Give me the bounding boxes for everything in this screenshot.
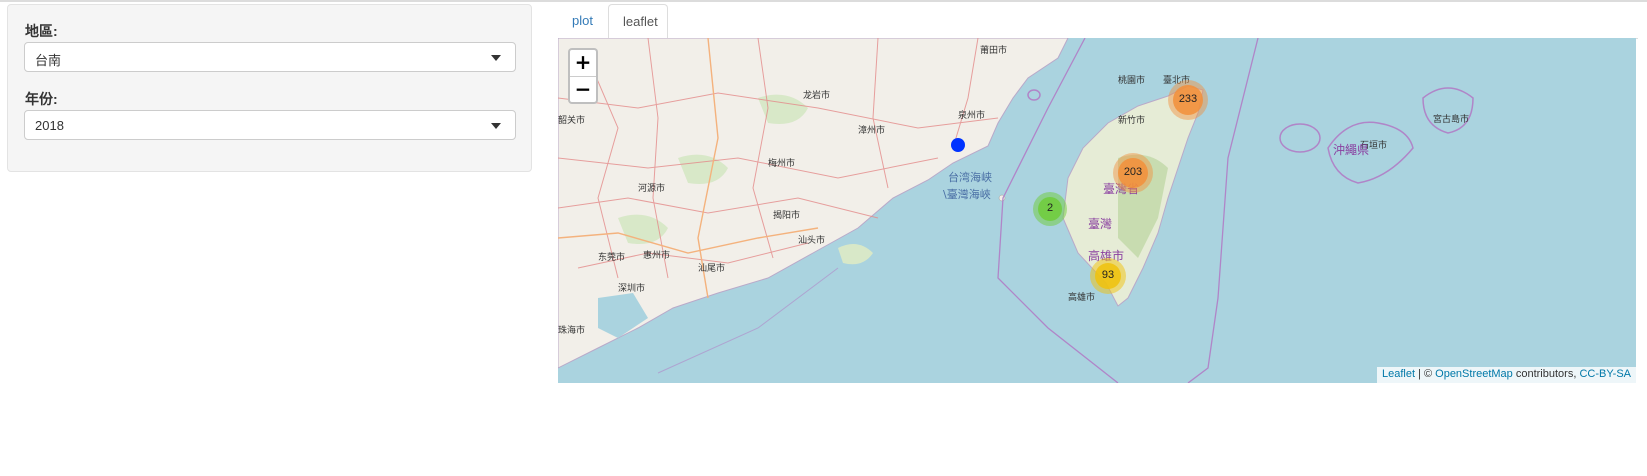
- cluster-marker[interactable]: 2: [1033, 192, 1067, 226]
- year-label: 年份:: [25, 91, 58, 107]
- chevron-down-icon: [491, 55, 501, 61]
- attribution-contrib: contributors,: [1512, 368, 1580, 380]
- year-select-value: 2018: [35, 118, 64, 133]
- region-select-value: 台南: [35, 53, 62, 68]
- cluster-marker[interactable]: 233: [1168, 80, 1208, 120]
- svg-text:\臺灣海峽: \臺灣海峽: [943, 187, 991, 201]
- svg-text:揭阳市: 揭阳市: [773, 209, 800, 221]
- zoom-control: + −: [568, 48, 598, 104]
- svg-text:惠州市: 惠州市: [643, 249, 670, 261]
- svg-text:汕头市: 汕头市: [798, 234, 825, 246]
- svg-text:莆田市: 莆田市: [980, 44, 1007, 56]
- year-select[interactable]: 2018: [24, 110, 516, 140]
- svg-text:宮古島市: 宮古島市: [1433, 113, 1469, 125]
- region-label: 地區:: [25, 23, 58, 39]
- svg-text:韶关市: 韶关市: [558, 114, 585, 126]
- svg-text:河源市: 河源市: [638, 182, 665, 194]
- svg-text:龙岩市: 龙岩市: [803, 89, 830, 101]
- svg-text:高雄市: 高雄市: [1068, 291, 1095, 303]
- svg-text:新竹市: 新竹市: [1118, 114, 1145, 126]
- zoom-out-button[interactable]: −: [570, 77, 596, 103]
- svg-text:东莞市: 东莞市: [598, 251, 625, 263]
- sidebar-panel: 地區: 台南 年份: 2018: [7, 4, 532, 172]
- svg-text:汕尾市: 汕尾市: [698, 262, 725, 274]
- svg-text:梅州市: 梅州市: [768, 157, 795, 169]
- circle-marker[interactable]: [951, 138, 965, 152]
- svg-text:桃園市: 桃園市: [1118, 74, 1145, 86]
- svg-text:沖繩県: 沖繩県: [1333, 143, 1369, 157]
- tab-leaflet[interactable]: leaflet: [608, 4, 668, 39]
- svg-text:漳州市: 漳州市: [858, 124, 885, 136]
- top-border: [0, 0, 1647, 2]
- leaflet-link[interactable]: Leaflet: [1382, 368, 1415, 380]
- map-attribution: Leaflet | © OpenStreetMap contributors, …: [1376, 367, 1636, 383]
- cluster-marker[interactable]: 93: [1090, 258, 1126, 294]
- svg-text:台湾海峡: 台湾海峡: [948, 170, 992, 184]
- map-tiles: 莆田市 泉州市 漳州市 龙岩市 梅州市 揭阳市 汕头市 惠州市 东莞市 深圳市 …: [558, 38, 1474, 383]
- tab-plot[interactable]: plot: [558, 4, 606, 39]
- svg-text:臺灣: 臺灣: [1088, 216, 1112, 231]
- license-link[interactable]: CC-BY-SA: [1579, 368, 1631, 380]
- osm-link[interactable]: OpenStreetMap: [1435, 368, 1513, 380]
- svg-text:珠海市: 珠海市: [558, 324, 585, 336]
- region-select[interactable]: 台南: [24, 42, 516, 72]
- zoom-in-button[interactable]: +: [570, 50, 596, 77]
- chevron-down-icon: [491, 123, 501, 129]
- svg-text:泉州市: 泉州市: [958, 109, 985, 121]
- cluster-marker[interactable]: 203: [1113, 153, 1153, 193]
- svg-text:深圳市: 深圳市: [618, 282, 645, 294]
- leaflet-map[interactable]: 莆田市 泉州市 漳州市 龙岩市 梅州市 揭阳市 汕头市 惠州市 东莞市 深圳市 …: [558, 38, 1636, 383]
- attribution-separator: | ©: [1415, 368, 1436, 380]
